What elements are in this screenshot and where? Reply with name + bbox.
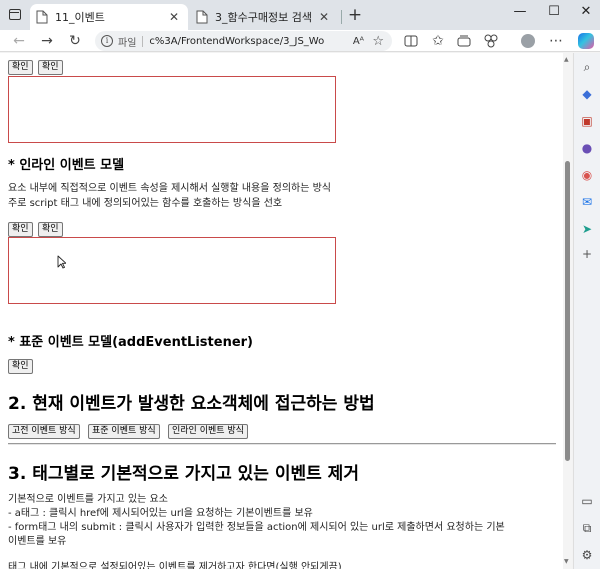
- section-3-line-5: 태그 내에 기본적으로 설정되어있는 이벤트를 제거하고자 한다면(실행 안되게…: [8, 562, 342, 569]
- page-scrollbar[interactable]: ▲ ▼: [563, 53, 572, 569]
- minimize-button[interactable]: —: [506, 2, 534, 22]
- settings-icon[interactable]: ⚙: [579, 547, 595, 563]
- tab-close-icon[interactable]: ✕: [316, 9, 332, 25]
- address-divider: [142, 35, 144, 47]
- collections-icon[interactable]: [453, 31, 475, 51]
- layout-icon[interactable]: ▭: [579, 493, 595, 509]
- section-divider: [8, 443, 556, 445]
- standard-event-button[interactable]: 표준 이벤트 방식: [88, 424, 160, 439]
- favorites-icon[interactable]: ✩: [427, 31, 449, 51]
- classic-event-button[interactable]: 고전 이벤트 방식: [8, 424, 80, 439]
- more-menu-icon[interactable]: ⋯: [545, 31, 567, 51]
- info-icon[interactable]: i: [101, 35, 113, 47]
- profile-avatar[interactable]: [521, 34, 535, 48]
- tab-close-icon[interactable]: ✕: [166, 9, 182, 25]
- scroll-down-icon[interactable]: ▼: [564, 558, 569, 565]
- favorite-star-icon[interactable]: ☆: [372, 34, 384, 49]
- confirm-button-1[interactable]: 확인: [8, 60, 33, 75]
- section-2-heading: 2. 현재 이벤트가 발생한 요소객체에 접근하는 방법: [8, 394, 375, 414]
- tab-actions-icon: [9, 9, 21, 20]
- confirm-button-3[interactable]: 확인: [8, 222, 33, 237]
- office-icon[interactable]: ◉: [579, 167, 595, 183]
- tab-title: 3_함수구매정보 검색: [215, 11, 312, 24]
- section-3-line-1: 기본적으로 이벤트를 가지고 있는 요소: [8, 494, 168, 505]
- inline-model-desc-2: 주로 script 태그 내에 정의되어있는 함수를 호출하는 방식을 선호: [8, 198, 283, 209]
- send-icon[interactable]: ➤: [579, 221, 595, 237]
- tab-active[interactable]: 11_이벤트 ✕: [30, 4, 188, 30]
- tag-icon[interactable]: ◆: [579, 86, 595, 102]
- event-output-area-2: [8, 237, 336, 304]
- section-3-line-4: 이벤트를 보유: [8, 536, 67, 547]
- section-3-line-3: - form태그 내의 submit : 클릭시 사용자가 입력한 정보들을 a…: [8, 522, 505, 533]
- tab-actions-button[interactable]: [4, 5, 26, 25]
- standard-model-heading: * 표준 이벤트 모델(addEventListener): [8, 335, 253, 350]
- standard-confirm-button[interactable]: 확인: [8, 359, 33, 374]
- confirm-button-2[interactable]: 확인: [38, 60, 63, 75]
- address-bar[interactable]: i 파일 c%3A/FrontendWorkspace/3_JS_Workspa…: [95, 31, 392, 51]
- tab-strip: 11_이벤트 ✕ 3_함수구매정보 검색 ✕ + — ☐ ✕: [0, 0, 600, 30]
- edge-sidebar: ⌕ ◆ ▣ ● ◉ ✉ ➤ + ▭ ⧉ ⚙: [573, 53, 600, 569]
- file-icon: [196, 10, 208, 24]
- inline-model-heading: * 인라인 이벤트 모델: [8, 158, 125, 173]
- search-icon[interactable]: ⌕: [579, 59, 595, 75]
- extensions-icon[interactable]: [480, 31, 502, 51]
- maximize-button[interactable]: ☐: [540, 2, 568, 22]
- address-scheme: 파일: [118, 37, 137, 49]
- scroll-up-icon[interactable]: ▲: [564, 56, 569, 63]
- forward-icon[interactable]: →: [36, 31, 58, 51]
- close-window-button[interactable]: ✕: [572, 2, 600, 22]
- section-3-line-2: - a태그 : 클릭시 href에 제시되어있는 url을 요청하는 기본이벤트…: [8, 508, 313, 519]
- mouse-cursor-icon: [57, 255, 66, 269]
- toolbox-icon[interactable]: ▣: [579, 113, 595, 129]
- inline-event-button[interactable]: 인라인 이벤트 방식: [168, 424, 248, 439]
- split-screen-icon[interactable]: [400, 31, 422, 51]
- toolbar: ← → ↻ i 파일 c%3A/FrontendWorkspace/3_JS_W…: [0, 30, 600, 52]
- person-icon[interactable]: ●: [579, 140, 595, 156]
- section-3-heading: 3. 태그별로 기본적으로 가지고 있는 이벤트 제거: [8, 464, 359, 484]
- tab-title: 11_이벤트: [55, 11, 105, 24]
- page-viewport: 확인 확인 * 인라인 이벤트 모델 요소 내부에 직접적으로 이벤트 속성을 …: [0, 53, 572, 569]
- add-icon[interactable]: +: [579, 246, 595, 262]
- refresh-icon[interactable]: ↻: [64, 31, 86, 51]
- address-url[interactable]: c%3A/FrontendWorkspace/3_JS_Workspac...: [149, 36, 324, 47]
- back-icon[interactable]: ←: [8, 31, 30, 51]
- confirm-button-4[interactable]: 확인: [38, 222, 63, 237]
- new-tab-button[interactable]: +: [345, 6, 365, 26]
- scrollbar-thumb[interactable]: [565, 161, 570, 461]
- external-icon[interactable]: ⧉: [579, 520, 595, 536]
- event-output-area-1: [8, 76, 336, 143]
- tab-inactive[interactable]: 3_함수구매정보 검색 ✕: [190, 4, 338, 30]
- inline-model-desc-1: 요소 내부에 직접적으로 이벤트 속성을 제시해서 실행할 내용을 정의하는 방…: [8, 183, 332, 194]
- read-aloud-icon[interactable]: Aᴬ: [353, 36, 364, 47]
- file-icon: [36, 10, 48, 24]
- tab-divider: [341, 10, 342, 24]
- outlook-icon[interactable]: ✉: [579, 194, 595, 210]
- copilot-icon[interactable]: [578, 33, 594, 49]
